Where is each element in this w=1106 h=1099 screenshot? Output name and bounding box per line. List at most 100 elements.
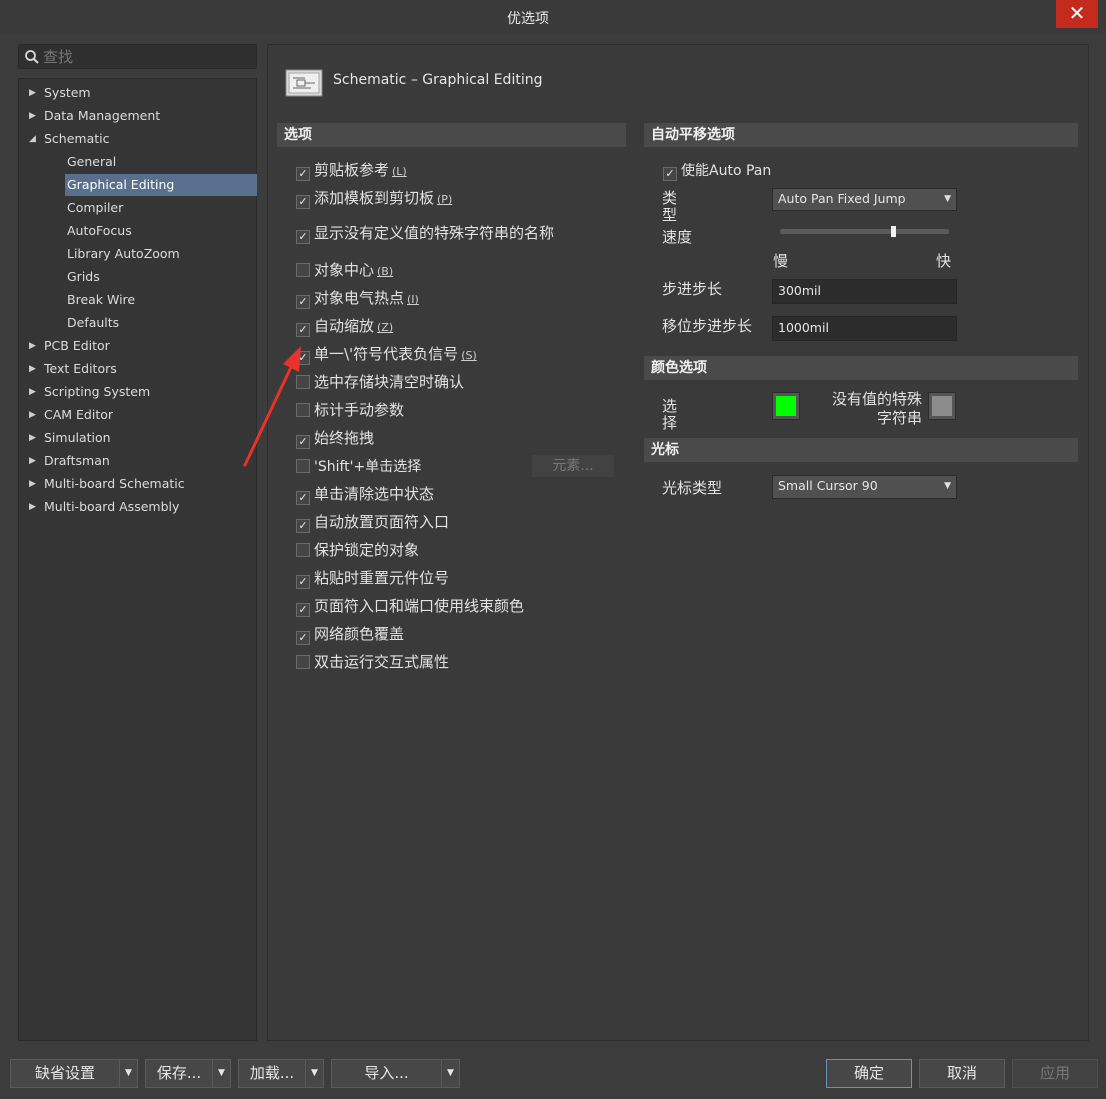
autopan-enable-checkbox[interactable]: ✓ 使能Auto Pan (663, 160, 771, 181)
search-box[interactable] (18, 44, 257, 69)
chevron-down-icon[interactable]: ▼ (441, 1060, 459, 1087)
apply-button[interactable]: 应用 (1012, 1059, 1098, 1088)
tree-item[interactable]: Compiler (65, 197, 257, 219)
tree-item[interactable]: AutoFocus (65, 220, 257, 242)
checkbox-unchecked[interactable] (296, 543, 310, 557)
checkbox-checked[interactable]: ✓ (296, 603, 310, 617)
load-label: 加载... (249, 1064, 295, 1082)
checkbox-checked[interactable]: ✓ (296, 323, 310, 337)
caret-collapsed-icon[interactable]: ▶ (29, 335, 39, 357)
speed-slider-thumb[interactable] (891, 226, 896, 237)
tree-item[interactable]: Defaults (65, 312, 257, 334)
tree-item[interactable]: Grids (65, 266, 257, 288)
option-checkbox[interactable]: 双击运行交互式属性 (296, 652, 449, 672)
option-checkbox[interactable]: ✓ 始终拖拽 (296, 428, 374, 449)
checkbox-unchecked[interactable] (296, 403, 310, 417)
option-checkbox[interactable]: 标计手动参数 (296, 400, 404, 420)
tree-item[interactable]: ▶ System (19, 82, 256, 104)
caret-collapsed-icon[interactable]: ▶ (29, 473, 39, 495)
speed-slider-track[interactable] (780, 229, 949, 234)
tree-item[interactable]: ▶ Data Management (19, 105, 256, 127)
load-button[interactable]: 加载... ▼ (238, 1059, 324, 1088)
chevron-down-icon[interactable]: ▼ (212, 1060, 230, 1087)
option-checkbox[interactable]: 保护锁定的对象 (296, 540, 419, 560)
option-checkbox[interactable]: ✓ 单击清除选中状态 (296, 484, 434, 505)
option-checkbox[interactable]: ✓ 单一\'符号代表负信号 (S) (296, 344, 477, 365)
autopan-enable-box[interactable]: ✓ (663, 167, 677, 181)
tree-item[interactable]: ▶ Simulation (19, 427, 256, 449)
checkbox-checked[interactable]: ✓ (296, 519, 310, 533)
option-checkbox[interactable]: ✓ 显示没有定义值的特殊字符串的名称 (296, 223, 554, 244)
ok-button[interactable]: 确定 (826, 1059, 912, 1088)
option-checkbox[interactable]: ✓ 添加模板到剪切板 (P) (296, 188, 452, 209)
checkbox-unchecked[interactable] (296, 459, 310, 473)
checkbox-checked[interactable]: ✓ (296, 575, 310, 589)
page-title: Schematic – Graphical Editing (333, 72, 543, 88)
option-checkbox[interactable]: ✓ 剪贴板参考 (L) (296, 160, 407, 181)
tree-item[interactable]: ◢ Schematic (19, 128, 256, 150)
tree-item[interactable]: ▶ Text Editors (19, 358, 256, 380)
close-button[interactable]: ✕ (1056, 0, 1098, 28)
tree-item-label: Simulation (44, 430, 111, 445)
caret-collapsed-icon[interactable]: ▶ (29, 82, 39, 104)
checkbox-checked[interactable]: ✓ (296, 351, 310, 365)
option-label: 自动放置页面符入口 (314, 513, 450, 531)
shift-step-size-input[interactable]: 1000mil (772, 316, 957, 341)
selection-color-fill (776, 396, 796, 416)
checkbox-unchecked[interactable] (296, 375, 310, 389)
option-label: 添加模板到剪切板 (314, 189, 435, 207)
tree-item[interactable]: Graphical Editing (65, 174, 257, 196)
chevron-down-icon[interactable]: ▼ (119, 1060, 137, 1087)
tree-item[interactable]: Library AutoZoom (65, 243, 257, 265)
option-checkbox[interactable]: ✓ 自动缩放 (Z) (296, 316, 393, 337)
option-checkbox[interactable]: ✓ 对象电气热点 (I) (296, 288, 419, 309)
default-settings-button[interactable]: 缺省设置 ▼ (10, 1059, 138, 1088)
caret-collapsed-icon[interactable]: ▶ (29, 427, 39, 449)
step-size-input[interactable]: 300mil (772, 279, 957, 304)
tree-item[interactable]: ▶ Multi-board Assembly (19, 496, 256, 518)
tree-item[interactable]: ▶ PCB Editor (19, 335, 256, 357)
import-button[interactable]: 导入... ▼ (331, 1059, 460, 1088)
autopan-type-dropdown[interactable]: Auto Pan Fixed Jump ▼ (772, 188, 957, 211)
option-checkbox[interactable]: ✓ 自动放置页面符入口 (296, 512, 450, 533)
checkbox-checked[interactable]: ✓ (296, 195, 310, 209)
caret-collapsed-icon[interactable]: ▶ (29, 404, 39, 426)
cursor-type-dropdown[interactable]: Small Cursor 90 ▼ (772, 475, 957, 499)
checkbox-checked[interactable]: ✓ (296, 631, 310, 645)
checkbox-checked[interactable]: ✓ (296, 295, 310, 309)
checkbox-checked[interactable]: ✓ (296, 435, 310, 449)
checkbox-unchecked[interactable] (296, 655, 310, 669)
no-value-color-swatch[interactable] (928, 392, 956, 420)
tree-item[interactable]: ▶ Multi-board Schematic (19, 473, 256, 495)
caret-collapsed-icon[interactable]: ▶ (29, 450, 39, 472)
selection-color-swatch[interactable] (772, 392, 800, 420)
checkbox-checked[interactable]: ✓ (296, 167, 310, 181)
cancel-button[interactable]: 取消 (919, 1059, 1005, 1088)
tree-item[interactable]: ▶ Draftsman (19, 450, 256, 472)
checkbox-checked[interactable]: ✓ (296, 230, 310, 244)
option-checkbox[interactable]: 'Shift'+单击选择 (296, 456, 421, 476)
caret-collapsed-icon[interactable]: ▶ (29, 381, 39, 403)
elements-button[interactable]: 元素... (532, 455, 614, 477)
caret-collapsed-icon[interactable]: ▶ (29, 358, 39, 380)
option-checkbox[interactable]: ✓ 页面符入口和端口使用线束颜色 (296, 596, 524, 617)
caret-collapsed-icon[interactable]: ▶ (29, 496, 39, 518)
save-button[interactable]: 保存... ▼ (145, 1059, 231, 1088)
caret-collapsed-icon[interactable]: ▶ (29, 105, 39, 127)
option-label: 选中存储块清空时确认 (314, 373, 465, 391)
search-input[interactable] (43, 45, 248, 68)
chevron-down-icon[interactable]: ▼ (305, 1060, 323, 1087)
checkbox-unchecked[interactable] (296, 263, 310, 277)
tree-item[interactable]: Break Wire (65, 289, 257, 311)
option-checkbox[interactable]: 选中存储块清空时确认 (296, 372, 464, 392)
tree-item-label: Graphical Editing (67, 177, 175, 192)
tree-item[interactable]: General (65, 151, 257, 173)
checkbox-checked[interactable]: ✓ (296, 491, 310, 505)
option-checkbox[interactable]: ✓ 粘贴时重置元件位号 (296, 568, 450, 589)
option-label: 粘贴时重置元件位号 (314, 569, 450, 587)
option-checkbox[interactable]: 对象中心 (B) (296, 260, 393, 280)
tree-item[interactable]: ▶ Scripting System (19, 381, 256, 403)
option-checkbox[interactable]: ✓ 网络颜色覆盖 (296, 624, 404, 645)
tree-item[interactable]: ▶ CAM Editor (19, 404, 256, 426)
caret-expanded-icon[interactable]: ◢ (29, 128, 39, 150)
